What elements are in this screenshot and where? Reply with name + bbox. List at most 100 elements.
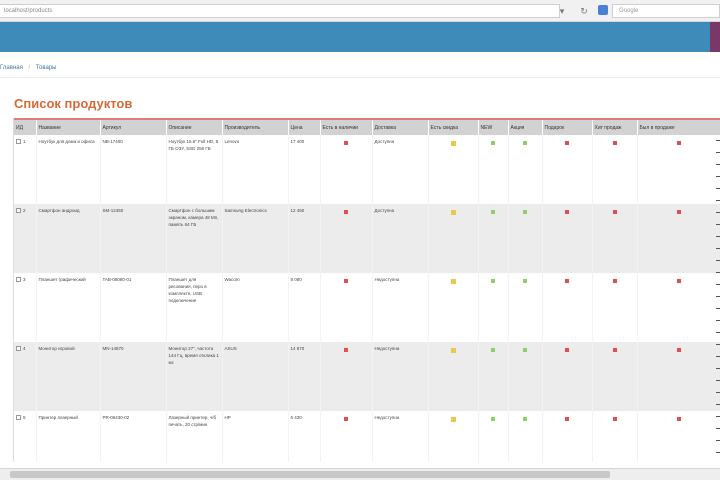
overflow-tick [716, 212, 720, 213]
gift-indicator-icon [565, 141, 569, 145]
browser-search-input[interactable]: Google [612, 4, 720, 18]
cell-name[interactable]: Смартфон андроид [36, 204, 101, 273]
overflow-tick [716, 296, 720, 297]
table-row[interactable]: 2 Смартфон андроид SM-12450 Смартфон с боль… [14, 204, 720, 273]
gift-mark [542, 273, 593, 342]
cell-maker: Wacom [222, 273, 289, 342]
cell-delivery: Доступна [372, 204, 429, 273]
bestseller-indicator-icon [612, 279, 617, 283]
column-header[interactable]: Есть скидка [428, 119, 479, 135]
cell-sku: TAB-08080-01 [100, 273, 167, 342]
gift-indicator-icon [565, 417, 569, 421]
row-checkbox[interactable] [16, 139, 21, 145]
breadcrumb-products[interactable]: Товары [36, 65, 57, 71]
scrollbar-thumb[interactable] [10, 471, 610, 478]
row-checkbox[interactable] [16, 277, 21, 283]
cell-id-text: 2 [23, 208, 26, 213]
column-header[interactable]: Название [36, 119, 101, 135]
gift-indicator-icon [565, 348, 569, 352]
column-header[interactable]: ИД [14, 119, 37, 135]
column-header[interactable]: Подарок [542, 119, 593, 135]
cell-name[interactable]: Планшет графический [36, 273, 101, 342]
column-header[interactable]: Цена [288, 119, 321, 135]
cell-maker: ASUS [222, 342, 289, 411]
overflow-tick [716, 392, 720, 393]
breadcrumb-home[interactable]: Главная [0, 65, 23, 71]
new-indicator-icon [491, 279, 495, 283]
cell-price: 17 400 [288, 135, 321, 204]
header-accent [710, 22, 720, 52]
column-header[interactable]: Доставка [372, 119, 429, 135]
discount-indicator-icon [450, 417, 456, 422]
gift-indicator-icon [565, 279, 569, 283]
table-row[interactable]: 5 Принтер лазерный PR-06430-02 Лазерный при… [14, 411, 720, 462]
cell-sku: SM-12450 [100, 204, 167, 273]
discount-indicator-icon [450, 348, 456, 353]
in-stock-mark [320, 204, 373, 273]
promo-indicator-icon [523, 279, 527, 283]
overflow-tick [716, 440, 720, 441]
gift-mark [542, 135, 593, 204]
promo-mark [508, 273, 543, 342]
column-header[interactable]: Был в продаже [637, 119, 720, 135]
discount-mark [428, 273, 479, 342]
cell-sku: NB-17400 [100, 135, 167, 204]
new-mark [478, 342, 509, 411]
cell-maker: Samsung Electronics [222, 204, 289, 273]
discount-indicator-icon [450, 279, 456, 284]
overflow-tick [716, 416, 720, 417]
table-row[interactable]: 3 Планшет графический TAB-08080-01 Планшет … [14, 273, 720, 342]
promo-mark [508, 342, 543, 411]
promo-indicator-icon [523, 210, 527, 214]
column-header[interactable]: NEW [478, 119, 509, 135]
new-mark [478, 273, 509, 342]
cell-id-text: 1 [23, 139, 26, 144]
table-row[interactable]: 1 Ноутбук для дома и офиса NB-17400 Ноутбук… [14, 135, 720, 204]
cell-id-text: 4 [23, 346, 26, 351]
table-row[interactable]: 4 Монитор игровой MN-14870 Монитор 27", час… [14, 342, 720, 411]
row-checkbox[interactable] [16, 415, 21, 421]
gift-mark [542, 342, 593, 411]
promo-mark [508, 135, 543, 204]
was-on-sale-indicator-icon [677, 141, 681, 145]
overflow-tick [716, 308, 720, 309]
overflow-tick [716, 260, 720, 261]
column-header[interactable]: Описание [166, 119, 223, 135]
table-header-row: ИД Название Артикул Описание Производитель Це… [14, 119, 720, 135]
column-header[interactable]: Акция [508, 119, 543, 135]
cell-id: 5 [14, 411, 37, 462]
overflow-tick [716, 248, 720, 249]
horizontal-scrollbar[interactable] [0, 468, 720, 480]
was-on-sale-mark [637, 273, 720, 342]
new-indicator-icon [491, 348, 495, 352]
column-header[interactable]: Артикул [100, 119, 167, 135]
new-mark [478, 204, 509, 273]
cell-description: Ноутбук 15.6" Full HD, 8 ГБ ОЗУ, SSD 256… [166, 135, 223, 204]
new-indicator-icon [491, 210, 495, 214]
overflow-tick [716, 368, 720, 369]
search-engine-icon[interactable] [598, 5, 608, 15]
overflow-tick [716, 200, 720, 201]
cell-name[interactable]: Монитор игровой [36, 342, 101, 411]
address-bar[interactable]: localhost/products [0, 4, 560, 18]
overflow-tick [716, 236, 720, 237]
gift-mark [542, 204, 593, 273]
chevron-down-icon[interactable]: ▾ [556, 5, 568, 17]
cell-name[interactable]: Ноутбук для дома и офиса [36, 135, 101, 204]
overflow-tick [716, 176, 720, 177]
cell-price: 12 450 [288, 204, 321, 273]
cell-id: 3 [14, 273, 37, 342]
cell-id-text: 5 [23, 415, 26, 420]
cell-maker: HP [222, 411, 289, 462]
row-checkbox[interactable] [16, 208, 21, 214]
row-checkbox[interactable] [16, 346, 21, 352]
bestseller-indicator-icon [612, 348, 617, 352]
refresh-icon[interactable]: ↻ [578, 5, 590, 17]
column-header[interactable]: Есть в наличии [320, 119, 373, 135]
column-header[interactable]: Производитель [222, 119, 289, 135]
discount-mark [428, 342, 479, 411]
column-header[interactable]: Хит продаж [592, 119, 638, 135]
was-on-sale-mark [637, 342, 720, 411]
cell-delivery: Доступна [372, 135, 429, 204]
cell-name[interactable]: Принтер лазерный [36, 411, 101, 462]
